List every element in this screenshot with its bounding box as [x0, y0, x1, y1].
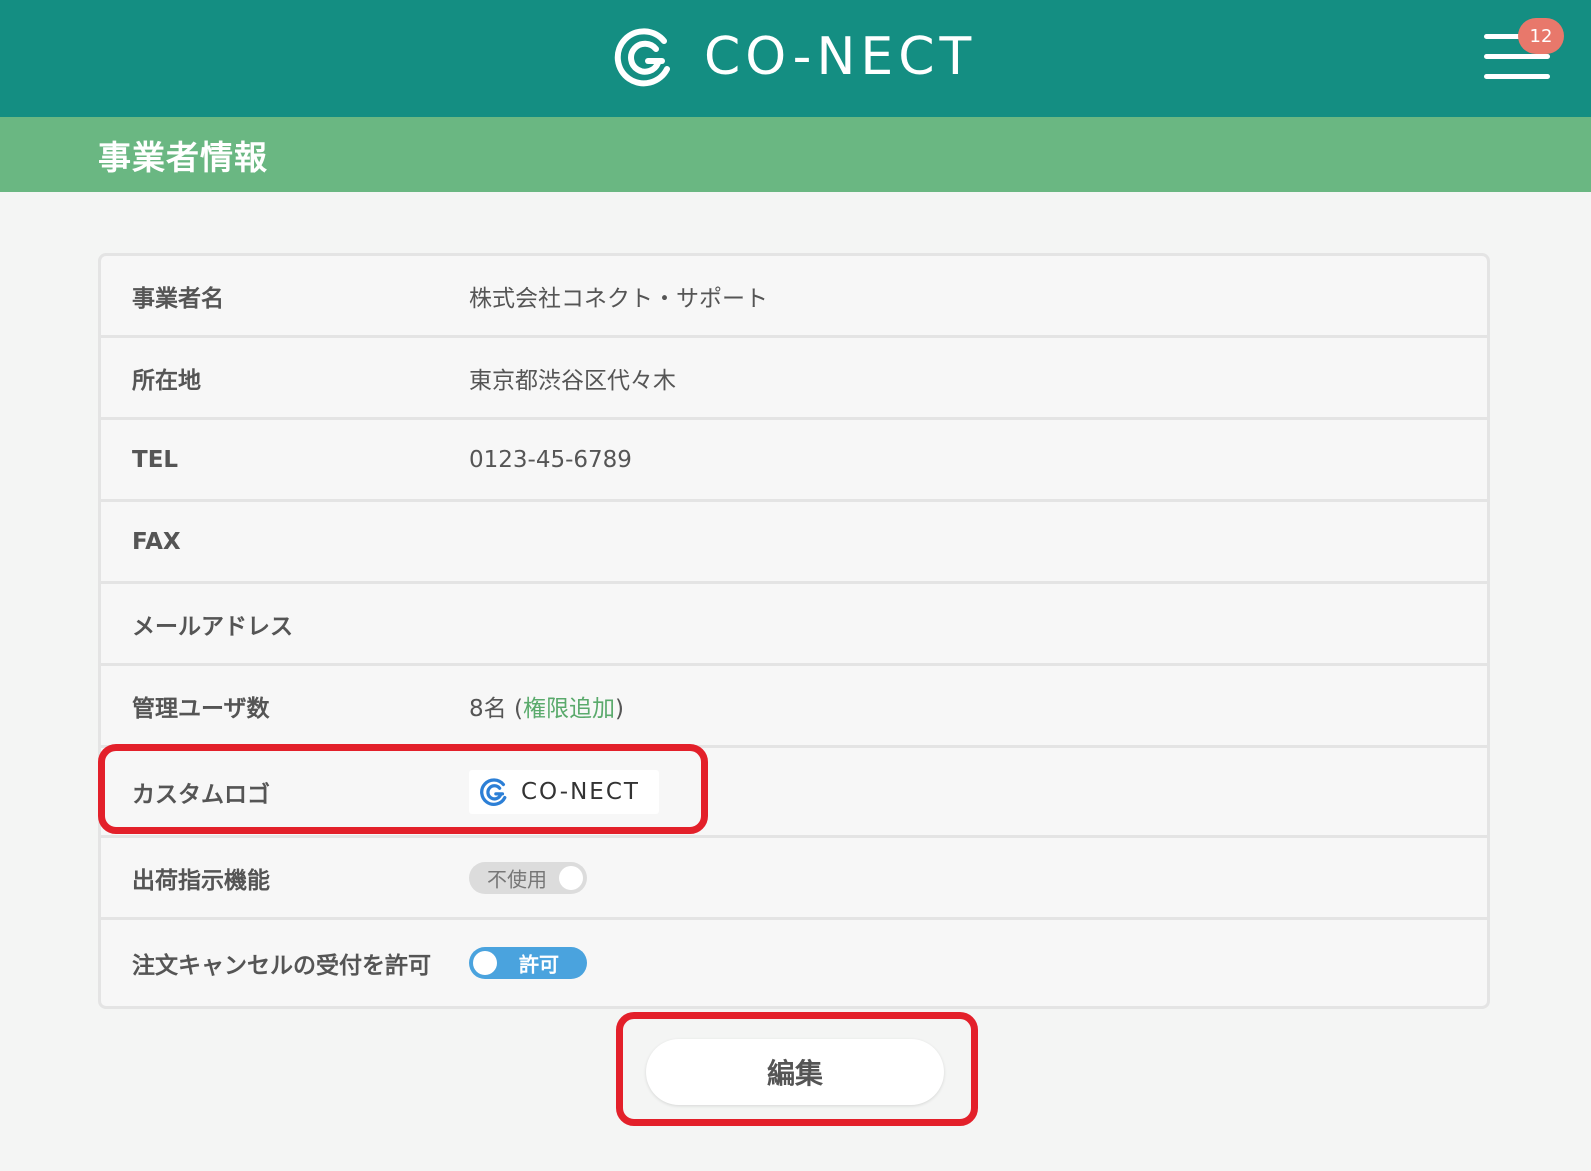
row-label: カスタムロゴ: [132, 781, 270, 808]
add-permission-link[interactable]: 権限追加: [523, 696, 615, 722]
open-paren: (: [506, 695, 523, 722]
toggle-label: 不使用: [487, 867, 547, 891]
row-value: 8名 (権限追加): [469, 689, 624, 723]
row-value: 株式会社コネクト・サポート: [469, 285, 768, 312]
info-row-order-cancel: 注文キャンセルの受付を許可 許可: [101, 920, 1487, 1006]
info-row-shipping-instruction: 出荷指示機能 不使用: [101, 838, 1487, 920]
hamburger-menu-bar: [1484, 74, 1550, 79]
info-row-address: 所在地 東京都渋谷区代々木: [101, 338, 1487, 420]
brand-logo[interactable]: CO-NECT: [612, 24, 976, 90]
info-row-fax: FAX: [101, 502, 1487, 584]
page-title-bar: 事業者情報: [0, 117, 1591, 192]
row-label: メールアドレス: [132, 613, 293, 640]
row-label: 所在地: [132, 367, 201, 394]
row-label: FAX: [132, 528, 181, 555]
custom-logo-image: CO-NECT: [469, 769, 659, 814]
row-value: 東京都渋谷区代々木: [469, 367, 676, 394]
page-title: 事業者情報: [98, 138, 268, 177]
row-label: 管理ユーザ数: [132, 695, 270, 722]
row-label: 注文キャンセルの受付を許可: [132, 953, 431, 979]
info-row-admin-users: 管理ユーザ数 8名 (権限追加): [101, 666, 1487, 748]
conect-logo-icon: [480, 777, 507, 806]
row-label: 出荷指示機能: [132, 867, 270, 894]
close-paren: ): [614, 695, 624, 722]
row-label: TEL: [132, 446, 179, 473]
hamburger-menu-bar: [1484, 54, 1550, 59]
edit-button[interactable]: 編集: [646, 1039, 944, 1105]
row-value: 0123-45-6789: [469, 446, 632, 473]
info-row-tel: TEL 0123-45-6789: [101, 420, 1487, 502]
notification-badge: 12: [1518, 18, 1564, 54]
info-row-email: メールアドレス: [101, 584, 1487, 666]
admin-user-count: 8名: [469, 695, 507, 722]
brand-name: CO-NECT: [704, 27, 977, 87]
toggle-knob: [473, 951, 497, 975]
row-label: 事業者名: [132, 285, 224, 312]
app-header: CO-NECT 12: [0, 0, 1591, 117]
custom-logo-text: CO-NECT: [521, 778, 640, 805]
shipping-instruction-toggle[interactable]: 不使用: [469, 861, 587, 894]
info-row-custom-logo: カスタムロゴ CO-NECT: [101, 748, 1487, 838]
company-info-card: 事業者名 株式会社コネクト・サポート 所在地 東京都渋谷区代々木 TEL 012…: [98, 253, 1490, 1009]
info-row-company-name: 事業者名 株式会社コネクト・サポート: [101, 256, 1487, 338]
order-cancel-toggle[interactable]: 許可: [469, 947, 587, 979]
toggle-label: 許可: [519, 952, 559, 977]
conect-logo-icon: [614, 28, 670, 87]
toggle-knob: [559, 865, 583, 890]
